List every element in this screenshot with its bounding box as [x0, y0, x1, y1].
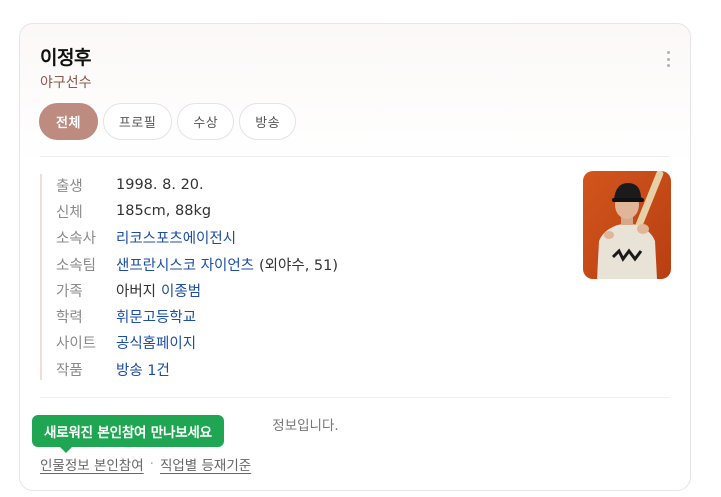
tab-bar: 전체 프로필 수상 방송 — [39, 103, 297, 140]
body-value: 185cm, 88kg — [116, 203, 212, 219]
tooltip-text: 새로워진 본인참여 만나보세요 — [44, 425, 212, 441]
info-row-education: 학력 휘문고등학교 — [56, 305, 196, 327]
site-link[interactable]: 공식홈페이지 — [116, 332, 196, 353]
profile-photo[interactable] — [583, 171, 671, 279]
info-row-works: 작품 방송 1건 — [56, 358, 170, 380]
more-options-icon[interactable] — [666, 51, 670, 67]
divider-top — [40, 156, 670, 157]
info-row-agency: 소속사 리코스포츠에이전시 — [56, 226, 236, 248]
info-row-birth: 출생 1998. 8. 20. — [56, 174, 204, 196]
info-label: 작품 — [56, 362, 83, 379]
notice-tail: 정보입니다. — [272, 418, 339, 434]
self-participation-link[interactable]: 인물정보 본인참여 — [40, 454, 144, 474]
family-link[interactable]: 이종범 — [161, 280, 201, 301]
profile-card: 이정후 야구선수 전체 프로필 수상 방송 출생 1998. 8. 20. 신체… — [19, 23, 691, 491]
team-link[interactable]: 샌프란시스코 자이언츠 — [116, 254, 254, 275]
tab-broadcast[interactable]: 방송 — [239, 103, 297, 140]
profile-name: 이정후 — [40, 47, 91, 69]
divider-bottom — [40, 397, 670, 398]
profile-occupation: 야구선수 — [40, 75, 92, 91]
tab-all[interactable]: 전체 — [39, 103, 98, 140]
info-label: 사이트 — [56, 335, 97, 352]
info-row-site: 사이트 공식홈페이지 — [56, 331, 196, 353]
info-label: 소속팀 — [56, 257, 97, 274]
info-row-body: 신체 185cm, 88kg — [56, 200, 211, 222]
works-link[interactable]: 방송 1건 — [116, 359, 170, 380]
footer-links: 인물정보 본인참여 · 직업별 등재기준 — [40, 454, 251, 474]
team-detail: (외야수, 51) — [259, 257, 339, 274]
info-label: 출생 — [56, 178, 83, 195]
tab-awards[interactable]: 수상 — [177, 103, 235, 140]
info-label: 학력 — [56, 309, 83, 326]
footer-separator: · — [149, 456, 154, 472]
promo-tooltip[interactable]: 새로워진 본인참여 만나보세요 — [32, 415, 224, 453]
info-row-family: 가족 아버지 이종범 — [56, 279, 201, 301]
info-row-team: 소속팀 샌프란시스코 자이언츠 (외야수, 51) — [56, 253, 338, 275]
tab-profile[interactable]: 프로필 — [102, 103, 173, 140]
registration-criteria-link[interactable]: 직업별 등재기준 — [160, 454, 251, 474]
education-link[interactable]: 휘문고등학교 — [116, 306, 196, 327]
info-list: 출생 1998. 8. 20. 신체 185cm, 88kg 소속사 리코스포츠… — [40, 174, 540, 380]
info-label: 소속사 — [56, 230, 97, 247]
family-relation: 아버지 — [116, 283, 157, 300]
birth-value: 1998. 8. 20. — [116, 177, 204, 193]
agency-link[interactable]: 리코스포츠에이전시 — [116, 227, 236, 248]
info-label: 신체 — [56, 204, 83, 221]
info-label: 가족 — [56, 283, 83, 300]
